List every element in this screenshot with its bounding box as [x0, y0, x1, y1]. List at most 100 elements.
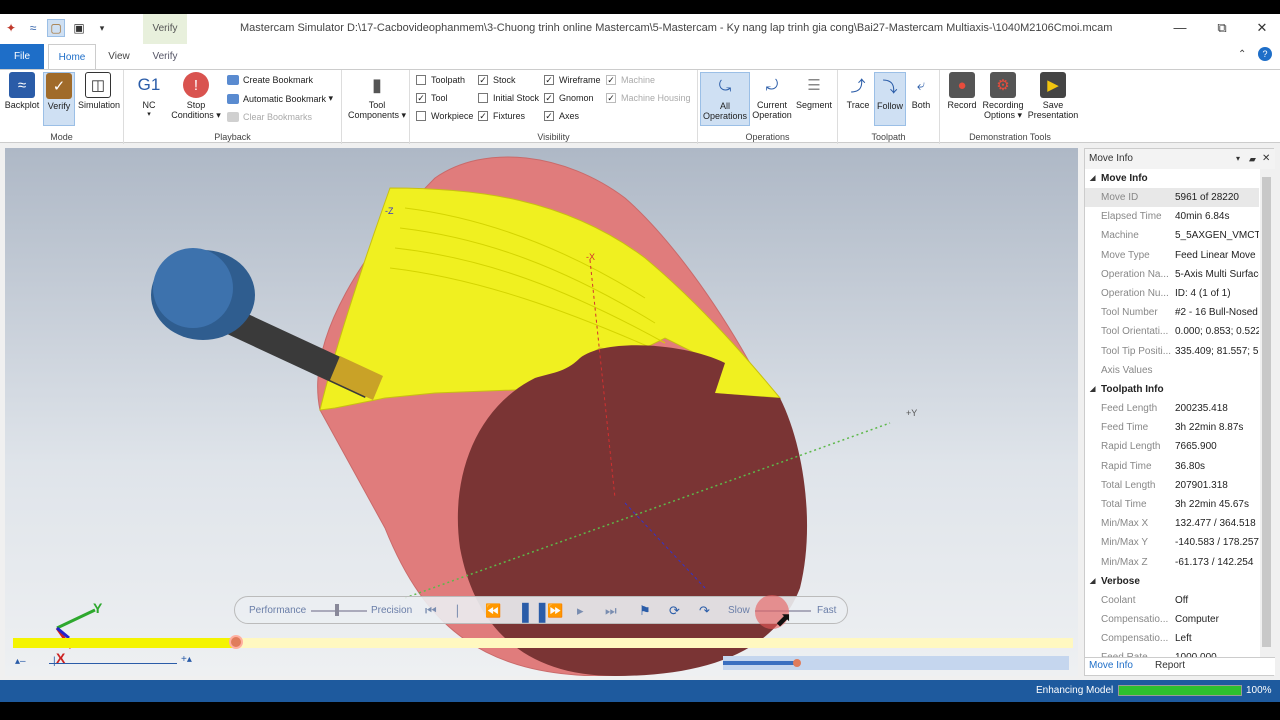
verify-button[interactable]: ✓ Verify — [43, 72, 75, 126]
simulation-viewport[interactable]: +Y -Z -X Y X ▴– | +▴ Performance Precisi… — [5, 148, 1078, 676]
visibility-initial-stock-checkbox[interactable]: Initial Stock — [478, 93, 539, 103]
property-key: Move Type — [1101, 249, 1150, 261]
nc-label: NC — [142, 100, 156, 110]
nc-button[interactable]: G1 NC ▾ — [132, 72, 166, 118]
simulation-quick-icon[interactable]: ▣ — [70, 19, 88, 37]
checkbox-box[interactable] — [416, 111, 426, 121]
property-value: Computer — [1175, 614, 1219, 625]
panel-close-icon[interactable]: ✕ — [1262, 149, 1270, 169]
customize-quick-access-icon[interactable]: ▾ — [93, 19, 111, 37]
step-forward-icon[interactable]: ⏩ — [547, 603, 563, 619]
go-to-start-icon[interactable]: ⏮ — [425, 603, 437, 619]
record-button[interactable]: ● Record — [944, 72, 980, 110]
visibility-machine-checkbox[interactable]: ✓ Machine — [606, 75, 655, 85]
go-to-end-icon[interactable]: ⏭ — [605, 603, 617, 619]
visibility-toolpath-checkbox[interactable]: Toolpath — [416, 75, 465, 85]
tab-home[interactable]: Home — [48, 44, 96, 70]
loop-icon[interactable]: ⟳ — [669, 603, 680, 619]
zoom-slider[interactable]: ▴– | +▴ — [13, 654, 203, 670]
visibility-group-label: Visibility — [537, 132, 570, 142]
visibility-label: Machine Housing — [621, 93, 691, 103]
checkbox-box[interactable] — [416, 75, 426, 85]
checkbox-box[interactable] — [478, 93, 488, 103]
playback-progress-handle[interactable] — [228, 635, 243, 649]
checkbox-box[interactable]: ✓ — [606, 93, 616, 103]
property-row: Axis Values — [1085, 361, 1259, 380]
current-operation-button[interactable]: ⤾ Current Operation — [750, 72, 794, 121]
previous-bookmark-icon[interactable]: ⎸ — [457, 603, 470, 619]
operations-group-label: Operations — [745, 132, 790, 142]
quality-slider-thumb[interactable] — [335, 604, 339, 616]
step-backward-icon[interactable]: ⏪ — [485, 603, 501, 619]
visibility-axes-checkbox[interactable]: ✓ Axes — [544, 111, 579, 121]
checkbox-box[interactable]: ✓ — [544, 93, 554, 103]
playback-progress-track[interactable] — [13, 635, 1073, 649]
visibility-wireframe-checkbox[interactable]: ✓ Wireframe — [544, 75, 601, 85]
pause-icon[interactable]: ❚❚ — [517, 599, 551, 624]
gnomon-y-axis — [56, 608, 96, 630]
checkbox-box[interactable]: ✓ — [544, 75, 554, 85]
tool-components-button[interactable]: ▮ Tool Components ▾ — [346, 72, 408, 121]
visibility-machine-housing-checkbox[interactable]: ✓ Machine Housing — [606, 93, 691, 103]
status-label: Enhancing Model — [1036, 685, 1114, 696]
panel-scrollbar[interactable] — [1260, 169, 1274, 661]
secondary-timeline-handle[interactable] — [793, 659, 801, 667]
close-window-button[interactable]: ✕ — [1252, 20, 1272, 38]
help-icon[interactable]: ? — [1258, 47, 1272, 61]
follow-button[interactable]: ⤵ Follow — [874, 72, 906, 126]
panel-scrollbar-thumb[interactable] — [1262, 177, 1271, 647]
checkbox-box[interactable]: ✓ — [544, 111, 554, 121]
zoom-out-icon[interactable]: ▴– — [15, 656, 26, 667]
backplot-button[interactable]: ≈ Backplot — [3, 72, 41, 110]
checkbox-box[interactable]: ✓ — [416, 93, 426, 103]
visibility-tool-checkbox[interactable]: ✓ Tool — [416, 93, 448, 103]
panel-pin-icon[interactable]: ▰ — [1249, 149, 1256, 169]
next-bookmark-icon[interactable]: ▸ — [577, 603, 584, 619]
playback-group: G1 NC ▾ ! Stop Conditions ▾ Create Bookm… — [124, 70, 342, 144]
collapse-ribbon-icon[interactable]: ⌃ — [1238, 49, 1246, 60]
property-value: Off — [1175, 594, 1189, 606]
section-toolpath-info[interactable]: Toolpath Info — [1085, 380, 1259, 399]
backplot-quick-icon[interactable]: ≈ — [24, 19, 42, 37]
tab-move-info[interactable]: Move Info — [1089, 660, 1133, 671]
stop-label: Stop — [186, 100, 206, 110]
trace-button[interactable]: ⤴ Trace — [842, 72, 874, 111]
tab-file[interactable]: File — [0, 44, 44, 70]
simulation-button[interactable]: ◫ Simulation — [78, 72, 120, 110]
save-presentation-button[interactable]: ▶ Save Presentation — [1026, 72, 1080, 120]
zoom-slider-thumb[interactable]: | — [53, 656, 56, 667]
section-verbose[interactable]: Verbose — [1085, 572, 1259, 591]
both-button[interactable]: ⤶ Both — [906, 72, 936, 111]
panel-menu-icon[interactable]: ▾ — [1236, 149, 1240, 169]
section-move-info[interactable]: Move Info — [1085, 169, 1259, 188]
checkbox-box[interactable]: ✓ — [478, 111, 488, 121]
automatic-bookmark-label: Automatic Bookmark — [243, 93, 327, 104]
tab-verify[interactable]: Verify — [143, 44, 187, 70]
visibility-workpiece-checkbox[interactable]: Workpiece — [416, 111, 473, 121]
playback-options-icon[interactable]: ↷ — [699, 603, 710, 619]
checkbox-box[interactable]: ✓ — [606, 75, 616, 85]
zoom-in-icon[interactable]: +▴ — [181, 654, 192, 665]
restore-button[interactable]: ⧉ — [1212, 20, 1232, 38]
property-row: Rapid Time 36.80s — [1085, 457, 1259, 476]
property-value: Feed Linear Move — [1175, 249, 1256, 261]
tab-report[interactable]: Report — [1155, 660, 1185, 671]
checkbox-box[interactable]: ✓ — [478, 75, 488, 85]
visibility-gnomon-checkbox[interactable]: ✓ Gnomon — [544, 93, 594, 103]
recording-options-button[interactable]: ⚙ Recording Options ▾ — [980, 72, 1026, 121]
segment-button[interactable]: ☰ Segment — [794, 72, 834, 110]
verify-quick-icon[interactable]: ▢ — [47, 19, 65, 37]
minimize-button[interactable]: — — [1170, 20, 1190, 38]
all-operations-button[interactable]: ⤿ All Operations — [700, 72, 750, 126]
quality-slider[interactable] — [311, 610, 367, 612]
trace-icon: ⤴ — [850, 77, 866, 95]
secondary-timeline[interactable] — [723, 656, 1069, 670]
create-bookmark-button[interactable]: Create Bookmark — [227, 75, 313, 85]
bookmark-add-icon[interactable]: ⚑ — [639, 603, 651, 619]
automatic-bookmark-button[interactable]: Automatic Bookmark ▾ — [227, 93, 333, 104]
stop-conditions-button[interactable]: ! Stop Conditions ▾ — [170, 72, 222, 121]
visibility-fixtures-checkbox[interactable]: ✓ Fixtures — [478, 111, 525, 121]
visibility-stock-checkbox[interactable]: ✓ Stock — [478, 75, 516, 85]
tab-view[interactable]: View — [100, 44, 138, 70]
clear-bookmarks-button[interactable]: Clear Bookmarks — [227, 112, 312, 122]
